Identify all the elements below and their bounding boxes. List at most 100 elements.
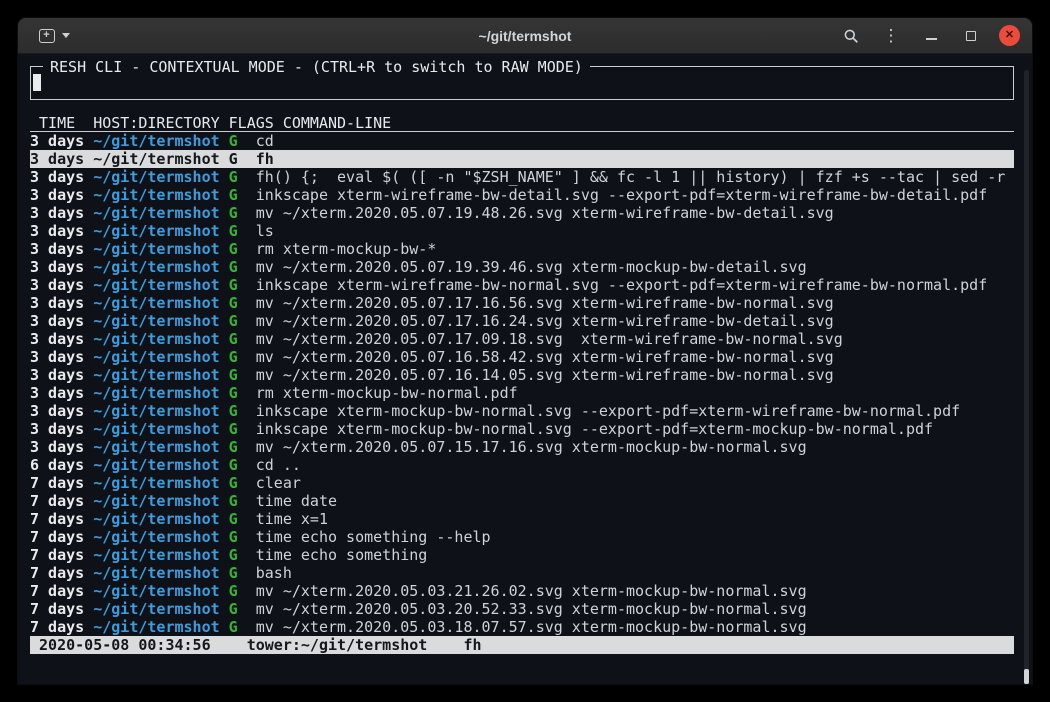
row-command: bash [256, 564, 1014, 582]
history-row[interactable]: 3 days ~/git/termshot G fh() {; eval $( … [30, 168, 1014, 186]
row-command: time date [256, 492, 1014, 510]
row-flag: G [229, 330, 256, 348]
history-header: TIME HOST:DIRECTORY FLAGS COMMAND-LINE [30, 114, 1014, 132]
row-flag: G [229, 132, 256, 150]
titlebar-right: ⋮ ✕ [839, 23, 1020, 49]
history-row[interactable]: 7 days ~/git/termshot G time date [30, 492, 1014, 510]
scrollbar-thumb[interactable] [1024, 669, 1029, 684]
history-row[interactable]: 3 days ~/git/termshot G fh [30, 150, 1014, 168]
row-host-directory: ~/git/termshot [93, 150, 228, 168]
row-command: inkscape xterm-mockup-bw-normal.svg --ex… [256, 420, 1014, 438]
row-command: time x=1 [256, 510, 1014, 528]
search-button[interactable] [839, 23, 863, 49]
restore-button[interactable] [959, 23, 983, 49]
close-button[interactable]: ✕ [999, 25, 1020, 46]
row-command: mv ~/xterm.2020.05.07.16.58.42.svg xterm… [256, 348, 1014, 366]
row-command: fh() {; eval $( ([ -n "$ZSH_NAME" ] && f… [256, 168, 1014, 186]
history-row[interactable]: 3 days ~/git/termshot G ls [30, 222, 1014, 240]
resh-search-box[interactable]: RESH CLI - CONTEXTUAL MODE - (CTRL+R to … [30, 66, 1014, 100]
history-row[interactable]: 7 days ~/git/termshot G time echo someth… [30, 546, 1014, 564]
row-time: 3 days [30, 420, 93, 438]
row-command: mv ~/xterm.2020.05.07.15.17.16.svg xterm… [256, 438, 1014, 456]
history-row[interactable]: 3 days ~/git/termshot G mv ~/xterm.2020.… [30, 258, 1014, 276]
text-cursor [33, 74, 41, 91]
history-list: 3 days ~/git/termshot G cd 3 days ~/git/… [30, 132, 1014, 636]
row-host-directory: ~/git/termshot [93, 276, 228, 294]
row-flag: G [229, 312, 256, 330]
row-flag: G [229, 528, 256, 546]
row-flag: G [229, 510, 256, 528]
row-time: 3 days [30, 240, 93, 258]
history-row[interactable]: 3 days ~/git/termshot G mv ~/xterm.2020.… [30, 348, 1014, 366]
restore-icon [966, 31, 976, 41]
terminal-screen[interactable]: RESH CLI - CONTEXTUAL MODE - (CTRL+R to … [18, 66, 1032, 684]
row-time: 3 days [30, 204, 93, 222]
history-row[interactable]: 3 days ~/git/termshot G inkscape xterm-m… [30, 402, 1014, 420]
row-command: mv ~/xterm.2020.05.07.16.14.05.svg xterm… [256, 366, 1014, 384]
history-row[interactable]: 3 days ~/git/termshot G rm xterm-mockup-… [30, 240, 1014, 258]
titlebar[interactable]: + ~/git/termshot ⋮ ✕ [18, 18, 1032, 54]
row-host-directory: ~/git/termshot [93, 186, 228, 204]
row-host-directory: ~/git/termshot [93, 582, 228, 600]
history-row[interactable]: 3 days ~/git/termshot G inkscape xterm-m… [30, 420, 1014, 438]
row-command: inkscape xterm-mockup-bw-normal.svg --ex… [256, 402, 1014, 420]
minimize-button[interactable] [919, 23, 943, 49]
row-time: 7 days [30, 510, 93, 528]
history-row[interactable]: 3 days ~/git/termshot G cd [30, 132, 1014, 150]
history-row[interactable]: 3 days ~/git/termshot G mv ~/xterm.2020.… [30, 312, 1014, 330]
row-command: rm xterm-mockup-bw-* [256, 240, 1014, 258]
row-command: rm xterm-mockup-bw-normal.pdf [256, 384, 1014, 402]
row-time: 7 days [30, 600, 93, 618]
history-row[interactable]: 7 days ~/git/termshot G bash [30, 564, 1014, 582]
row-flag: G [229, 402, 256, 420]
row-host-directory: ~/git/termshot [93, 312, 228, 330]
history-row[interactable]: 7 days ~/git/termshot G clear [30, 474, 1014, 492]
history-row[interactable]: 7 days ~/git/termshot G mv ~/xterm.2020.… [30, 618, 1014, 636]
history-row[interactable]: 3 days ~/git/termshot G rm xterm-mockup-… [30, 384, 1014, 402]
row-time: 3 days [30, 150, 93, 168]
terminal-window: + ~/git/termshot ⋮ ✕ [18, 18, 1032, 684]
row-time: 7 days [30, 492, 93, 510]
history-row[interactable]: 3 days ~/git/termshot G inkscape xterm-w… [30, 276, 1014, 294]
row-flag: G [229, 258, 256, 276]
row-host-directory: ~/git/termshot [93, 294, 228, 312]
row-flag: G [229, 276, 256, 294]
scrollbar[interactable] [1024, 70, 1029, 684]
row-command: clear [256, 474, 1014, 492]
row-host-directory: ~/git/termshot [93, 564, 228, 582]
row-time: 6 days [30, 456, 93, 474]
row-host-directory: ~/git/termshot [93, 546, 228, 564]
history-row[interactable]: 7 days ~/git/termshot G time x=1 [30, 510, 1014, 528]
row-flag: G [229, 600, 256, 618]
history-row[interactable]: 6 days ~/git/termshot G cd .. [30, 456, 1014, 474]
history-row[interactable]: 3 days ~/git/termshot G mv ~/xterm.2020.… [30, 438, 1014, 456]
new-tab-button[interactable]: + [30, 23, 78, 49]
row-flag: G [229, 474, 256, 492]
history-row[interactable]: 7 days ~/git/termshot G time echo someth… [30, 528, 1014, 546]
row-host-directory: ~/git/termshot [93, 258, 228, 276]
close-icon: ✕ [1005, 30, 1014, 41]
row-flag: G [229, 618, 256, 636]
history-row[interactable]: 3 days ~/git/termshot G inkscape xterm-w… [30, 186, 1014, 204]
menu-button[interactable]: ⋮ [879, 23, 903, 49]
history-row[interactable]: 7 days ~/git/termshot G mv ~/xterm.2020.… [30, 600, 1014, 618]
row-command: inkscape xterm-wireframe-bw-normal.svg -… [256, 276, 1014, 294]
history-row[interactable]: 3 days ~/git/termshot G mv ~/xterm.2020.… [30, 330, 1014, 348]
row-time: 3 days [30, 348, 93, 366]
history-row[interactable]: 3 days ~/git/termshot G mv ~/xterm.2020.… [30, 204, 1014, 222]
row-time: 7 days [30, 528, 93, 546]
row-flag: G [229, 204, 256, 222]
history-row[interactable]: 7 days ~/git/termshot G mv ~/xterm.2020.… [30, 582, 1014, 600]
row-host-directory: ~/git/termshot [93, 600, 228, 618]
row-flag: G [229, 366, 256, 384]
row-host-directory: ~/git/termshot [93, 132, 228, 150]
row-host-directory: ~/git/termshot [93, 402, 228, 420]
history-row[interactable]: 3 days ~/git/termshot G mv ~/xterm.2020.… [30, 294, 1014, 312]
titlebar-left: + [30, 23, 78, 49]
row-host-directory: ~/git/termshot [93, 510, 228, 528]
row-flag: G [229, 456, 256, 474]
row-flag: G [229, 150, 256, 168]
row-host-directory: ~/git/termshot [93, 348, 228, 366]
row-time: 3 days [30, 312, 93, 330]
history-row[interactable]: 3 days ~/git/termshot G mv ~/xterm.2020.… [30, 366, 1014, 384]
